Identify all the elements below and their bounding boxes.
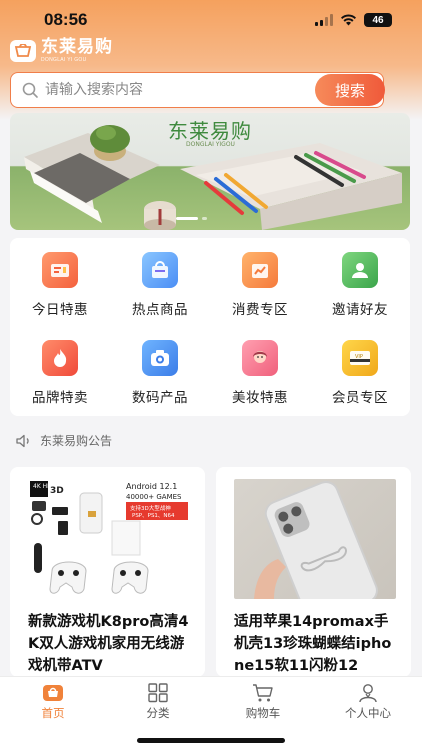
product-image: 4K HDR 3D Android 12.1 40000+ GAMES 支持3D… bbox=[28, 479, 190, 599]
discount-icon bbox=[42, 252, 78, 288]
promo-banner[interactable]: 东莱易购 DONGLAI YIGOU bbox=[10, 113, 410, 230]
tab-label: 购物车 bbox=[245, 706, 281, 720]
banner-subtitle: DONGLAI YIGOU bbox=[186, 141, 235, 148]
grid-icon bbox=[148, 683, 168, 703]
flame-icon bbox=[42, 340, 78, 376]
category-digital-products[interactable]: 数码产品 bbox=[110, 340, 210, 406]
speaker-icon bbox=[16, 434, 29, 447]
announcement-text: 东莱易购公告 bbox=[40, 434, 113, 448]
brand-logo-icon bbox=[10, 40, 36, 62]
product-image-platforms: PSP、PS1、N64 bbox=[132, 513, 175, 519]
svg-text:VIP: VIP bbox=[355, 354, 363, 360]
product-card[interactable]: 适用苹果14promax手机壳13珍珠蝴蝶结iphone15软11闪粉12 bbox=[216, 467, 411, 677]
tab-label: 分类 bbox=[146, 706, 170, 720]
status-time: 08:56 bbox=[44, 10, 88, 29]
beauty-portrait-icon bbox=[242, 340, 278, 376]
category-label: 品牌特卖 bbox=[32, 390, 88, 406]
chart-bag-icon bbox=[242, 252, 278, 288]
shopping-bag-icon bbox=[142, 252, 178, 288]
category-today-deals[interactable]: 今日特惠 bbox=[10, 252, 110, 318]
brand-name: 东莱易购 bbox=[41, 37, 113, 57]
tab-home[interactable]: 首页 bbox=[13, 683, 93, 721]
banner-title: 东莱易购 bbox=[168, 119, 252, 143]
category-hot-products[interactable]: 热点商品 bbox=[110, 252, 210, 318]
home-icon bbox=[43, 685, 63, 701]
battery-icon: 46 bbox=[364, 13, 392, 27]
brand: 东莱易购 DONGLAI YI GOU bbox=[10, 37, 113, 65]
camera-icon bbox=[142, 340, 178, 376]
category-label: 邀请好友 bbox=[332, 302, 388, 318]
category-brand-sale[interactable]: 品牌特卖 bbox=[10, 340, 110, 406]
product-image-3d-support: 支持3D大型战神 bbox=[130, 504, 171, 512]
banner-pagination bbox=[176, 217, 207, 220]
announcement-bar[interactable]: 东莱易购公告 bbox=[16, 432, 112, 449]
category-invite-friends[interactable]: 邀请好友 bbox=[310, 252, 410, 318]
badge-3d: 3D bbox=[50, 486, 64, 496]
category-label: 数码产品 bbox=[132, 390, 188, 406]
category-consumer-zone[interactable]: 消费专区 bbox=[210, 252, 310, 318]
brand-subtitle: DONGLAI YI GOU bbox=[41, 57, 87, 63]
category-grid: 今日特惠 热点商品 消费专区 邀请好友 品牌特卖 数码产品 美妆特惠 VIP 会… bbox=[10, 238, 410, 416]
search-button[interactable]: 搜索 bbox=[315, 74, 385, 106]
product-title: 适用苹果14promax手机壳13珍珠蝴蝶结iphone15软11闪粉12 bbox=[234, 614, 392, 674]
banner-dot bbox=[202, 217, 207, 220]
product-image-android: Android 12.1 bbox=[126, 482, 177, 491]
vip-card-icon: VIP bbox=[342, 340, 378, 376]
search-bar: 搜索 bbox=[10, 72, 385, 108]
category-label: 消费专区 bbox=[232, 302, 288, 318]
product-title: 新款游戏机K8pro高清4K双人游戏机家用无线游戏机带ATV bbox=[28, 614, 189, 674]
wifi-icon bbox=[341, 14, 356, 26]
category-label: 美妆特惠 bbox=[232, 390, 288, 406]
category-label: 热点商品 bbox=[132, 302, 188, 318]
product-image-games: 40000+ GAMES bbox=[126, 493, 182, 501]
search-icon bbox=[22, 82, 38, 98]
invite-friend-icon bbox=[342, 252, 378, 288]
cart-icon bbox=[253, 684, 273, 702]
signal-icon bbox=[315, 14, 333, 26]
tab-category[interactable]: 分类 bbox=[118, 683, 198, 721]
category-beauty-deals[interactable]: 美妆特惠 bbox=[210, 340, 310, 406]
user-icon bbox=[359, 684, 377, 703]
category-label: 会员专区 bbox=[332, 390, 388, 406]
product-card[interactable]: 4K HDR 3D Android 12.1 40000+ GAMES 支持3D… bbox=[10, 467, 205, 677]
status-bar: 08:56 46 bbox=[0, 0, 422, 40]
category-label: 今日特惠 bbox=[32, 302, 88, 318]
product-image bbox=[234, 479, 396, 599]
category-member-zone[interactable]: VIP 会员专区 bbox=[310, 340, 410, 406]
banner-dot-active bbox=[176, 217, 198, 220]
tab-profile[interactable]: 个人中心 bbox=[328, 683, 408, 721]
tab-label: 个人中心 bbox=[345, 706, 391, 720]
tab-cart[interactable]: 购物车 bbox=[223, 683, 303, 721]
home-indicator[interactable] bbox=[137, 738, 285, 743]
tab-label: 首页 bbox=[41, 706, 65, 720]
status-icons: 46 bbox=[315, 13, 392, 27]
